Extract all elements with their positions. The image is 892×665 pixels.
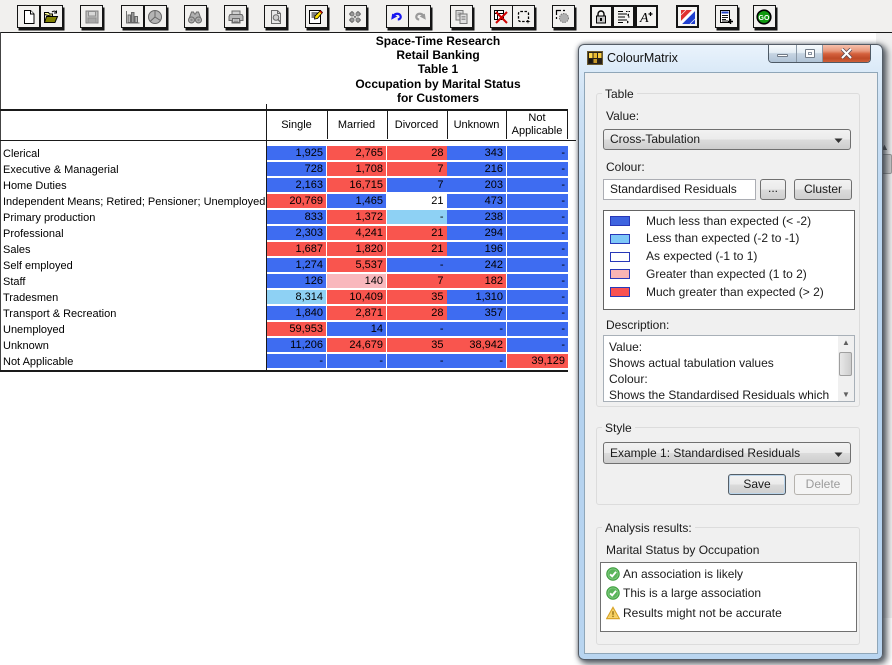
svg-text:GO: GO bbox=[759, 15, 770, 22]
svg-text:A: A bbox=[639, 11, 649, 25]
